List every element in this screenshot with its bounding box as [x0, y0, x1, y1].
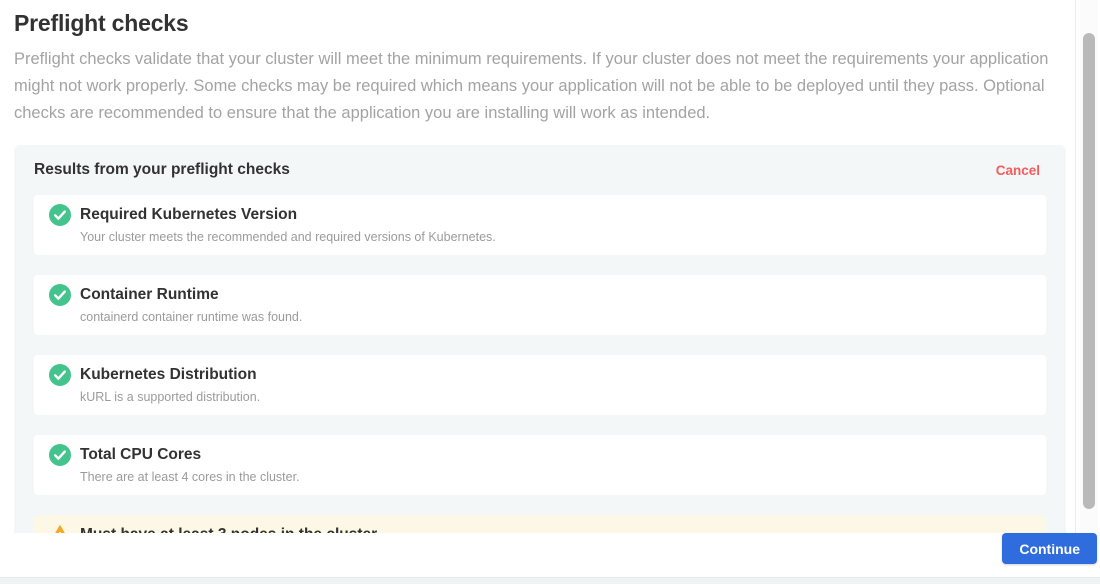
check-row: Required Kubernetes Version Your cluster… — [34, 195, 1046, 255]
continue-button[interactable]: Continue — [1002, 533, 1097, 564]
check-message: Your cluster meets the recommended and r… — [80, 229, 496, 245]
check-row: Container Runtime containerd container r… — [34, 275, 1046, 335]
check-circle-icon — [49, 204, 71, 226]
bottom-strip — [0, 577, 1100, 584]
check-circle-icon — [49, 284, 71, 306]
check-row: Kubernetes Distribution kURL is a suppor… — [34, 355, 1046, 415]
check-row: Total CPU Cores There are at least 4 cor… — [34, 435, 1046, 495]
preflight-results-card: Results from your preflight checks Cance… — [14, 145, 1066, 533]
results-card-header: Results from your preflight checks Cance… — [34, 159, 1046, 181]
vertical-scrollbar[interactable] — [1080, 0, 1098, 533]
cancel-link[interactable]: Cancel — [996, 163, 1040, 178]
check-title: Kubernetes Distribution — [80, 364, 260, 386]
scroll-viewport: Preflight checks Preflight checks valida… — [0, 0, 1076, 533]
check-message: kURL is a supported distribution. — [80, 389, 260, 405]
check-message: containerd container runtime was found. — [80, 309, 302, 325]
check-title: Total CPU Cores — [80, 444, 300, 466]
check-circle-icon — [49, 444, 71, 466]
page-title: Preflight checks — [14, 10, 1075, 37]
checks-list: Required Kubernetes Version Your cluster… — [34, 195, 1046, 533]
check-title: Must have at least 3 nodes in the cluste… — [80, 524, 377, 533]
warning-triangle-icon — [49, 524, 71, 533]
results-card-title: Results from your preflight checks — [34, 161, 290, 179]
check-title: Required Kubernetes Version — [80, 204, 496, 226]
check-circle-icon — [49, 364, 71, 386]
scrollbar-thumb[interactable] — [1083, 33, 1095, 509]
check-title: Container Runtime — [80, 284, 302, 306]
check-message: There are at least 4 cores in the cluste… — [80, 469, 300, 485]
footer-bar: Continue — [0, 533, 1100, 577]
page-description: Preflight checks validate that your clus… — [14, 46, 1056, 127]
check-row: Must have at least 3 nodes in the cluste… — [34, 515, 1046, 533]
